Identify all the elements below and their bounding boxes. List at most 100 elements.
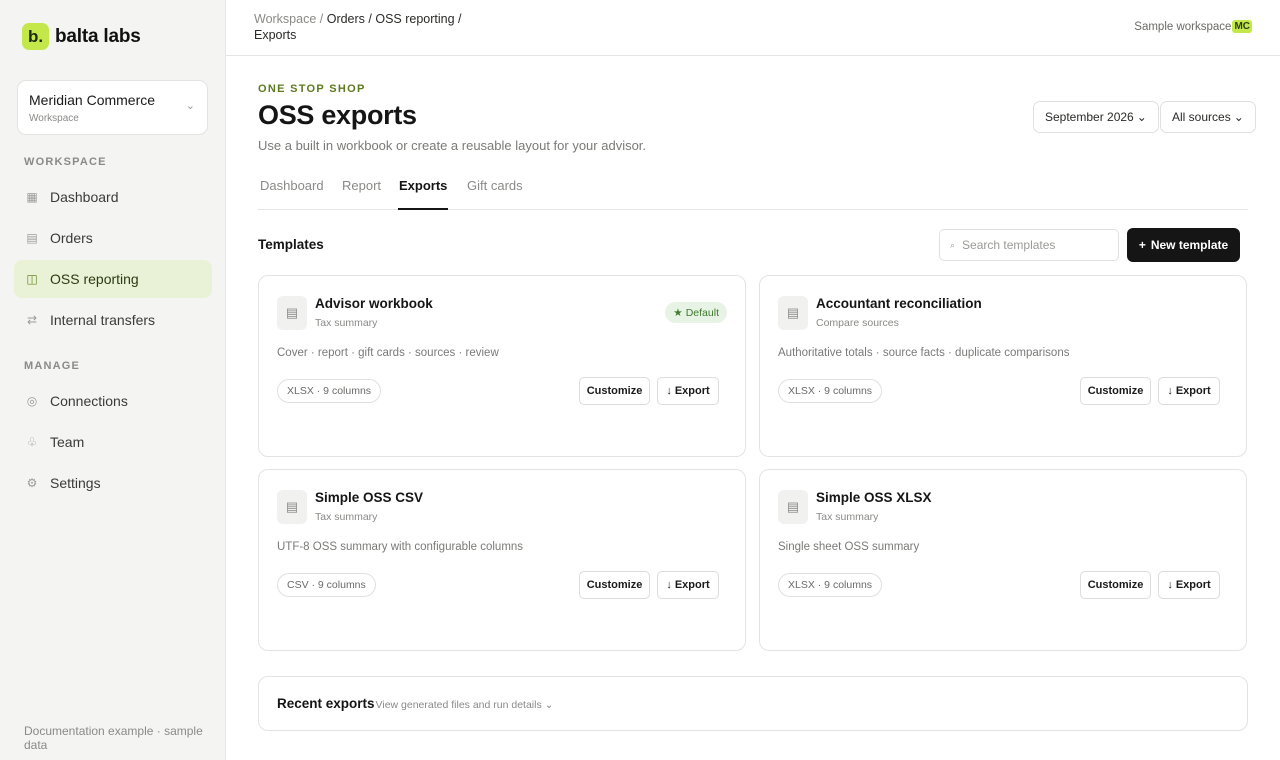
template-title: Advisor workbook xyxy=(315,296,433,311)
template-title: Accountant reconciliation xyxy=(816,296,982,311)
sidebar-item-label: Dashboard xyxy=(50,189,119,205)
tab-exports[interactable]: Exports xyxy=(398,178,449,210)
sidebar-item-team[interactable]: ♧ Team xyxy=(14,423,212,461)
star-icon: ★ xyxy=(673,306,683,319)
section-label-manage: MANAGE xyxy=(24,360,81,372)
top-bar: Workspace / Orders / OSS reporting / Exp… xyxy=(226,0,1280,56)
spreadsheet-icon: ▤ xyxy=(277,296,307,330)
sidebar-item-settings[interactable]: ⚙ Settings xyxy=(14,464,212,502)
spreadsheet-icon: ▤ xyxy=(778,296,808,330)
workspace-switcher[interactable]: Meridian Commerce Workspace ⌄ xyxy=(17,80,208,135)
sidebar-item-dashboard[interactable]: ▦ Dashboard xyxy=(14,178,212,216)
breadcrumb: Workspace / Orders / OSS reporting / Exp… xyxy=(254,11,484,43)
recent-exports-toggle[interactable]: View generated files and run details ⌄ xyxy=(376,699,554,711)
template-card-accountant-reconciliation[interactable]: ▤ Accountant reconciliation Compare sour… xyxy=(759,275,1247,457)
templates-heading: Templates xyxy=(258,237,324,252)
export-button[interactable]: ↓ Export xyxy=(1158,377,1220,405)
customize-button[interactable]: Customize xyxy=(1080,571,1151,599)
customize-button[interactable]: Customize xyxy=(579,571,650,599)
search-input[interactable]: ⌕ Search templates xyxy=(939,229,1119,261)
export-label: Export xyxy=(1175,579,1211,591)
format-pill: CSV · 9 columns xyxy=(277,573,376,597)
transfer-icon: ⇄ xyxy=(26,313,38,327)
breadcrumb-oss-reporting[interactable]: OSS reporting xyxy=(375,12,454,26)
format-pill: XLSX · 9 columns xyxy=(778,573,883,597)
export-label: Export xyxy=(674,579,710,591)
tab-bar: Dashboard Report Exports Gift cards xyxy=(258,174,1248,210)
template-title: Simple OSS XLSX xyxy=(816,490,932,505)
tab-report[interactable]: Report xyxy=(341,178,382,210)
breadcrumb-current: Exports xyxy=(254,28,297,42)
template-card-simple-oss-xlsx[interactable]: ▤ Simple OSS XLSX Tax summary Single she… xyxy=(759,469,1247,651)
template-card-simple-oss-csv[interactable]: ▤ Simple OSS CSV Tax summary UTF-8 OSS s… xyxy=(258,469,746,651)
sidebar-item-internal-transfers[interactable]: ⇄ Internal transfers xyxy=(14,301,212,339)
export-label: Export xyxy=(1175,385,1211,397)
grid-icon: ▦ xyxy=(26,190,38,204)
export-button[interactable]: ↓ Export xyxy=(657,571,719,599)
source-filter[interactable]: All sources ⌄ xyxy=(1160,101,1256,133)
brand-logo[interactable]: b. balta labs xyxy=(22,23,141,50)
search-icon: ⌕ xyxy=(950,239,956,250)
sidebar-item-orders[interactable]: ▤ Orders xyxy=(14,219,212,257)
tab-dashboard[interactable]: Dashboard xyxy=(259,178,325,210)
sidebar-item-label: Settings xyxy=(50,475,101,491)
period-filter-value: September 2026 xyxy=(1045,110,1134,124)
chevron-down-icon: ⌄ xyxy=(1233,110,1244,124)
export-button[interactable]: ↓ Export xyxy=(657,377,719,405)
template-description: UTF-8 OSS summary with configurable colu… xyxy=(277,541,524,553)
badge-label: Default xyxy=(685,306,719,319)
template-title: Simple OSS CSV xyxy=(315,490,424,505)
workspace-name: Meridian Commerce xyxy=(29,92,156,108)
recent-exports-panel[interactable]: Recent exports View generated files and … xyxy=(258,676,1248,731)
columns-icon: ◫ xyxy=(26,272,38,286)
main-content: ONE STOP SHOP OSS exports Use a built in… xyxy=(226,56,1280,760)
sidebar-footer-note: Documentation example · sample data xyxy=(24,724,203,752)
template-subtitle: Tax summary xyxy=(816,511,879,523)
search-placeholder: Search templates xyxy=(962,238,1056,252)
page-eyebrow: ONE STOP SHOP xyxy=(258,83,366,95)
sidebar-item-label: Connections xyxy=(50,393,128,409)
export-button[interactable]: ↓ Export xyxy=(1158,571,1220,599)
chevron-down-icon: ⌄ xyxy=(1136,110,1147,124)
tab-gift-cards[interactable]: Gift cards xyxy=(466,178,524,210)
section-label-workspace: WORKSPACE xyxy=(24,156,107,168)
breadcrumb-orders[interactable]: Orders xyxy=(327,12,365,26)
new-template-button[interactable]: + New template xyxy=(1127,228,1240,262)
workspace-subtitle: Workspace xyxy=(29,113,79,124)
template-description: Single sheet OSS summary xyxy=(778,541,920,553)
template-subtitle: Tax summary xyxy=(315,511,378,523)
team-icon: ♧ xyxy=(26,435,38,449)
workspace-label: Sample workspace xyxy=(1134,20,1232,33)
source-filter-value: All sources xyxy=(1172,110,1231,124)
sidebar-item-connections[interactable]: ◎ Connections xyxy=(14,382,212,420)
export-label: Export xyxy=(674,385,710,397)
sidebar-item-label: Internal transfers xyxy=(50,312,156,328)
list-icon: ▤ xyxy=(26,231,38,245)
format-pill: XLSX · 9 columns xyxy=(277,379,382,403)
template-card-advisor-workbook[interactable]: ▤ Advisor workbook Tax summary ★ Default… xyxy=(258,275,746,457)
workspace-account-menu[interactable]: Sample workspace MC xyxy=(1134,20,1252,33)
customize-button[interactable]: Customize xyxy=(1080,377,1151,405)
sidebar-item-oss-reporting[interactable]: ◫ OSS reporting xyxy=(14,260,212,298)
template-description: Authoritative totals · source facts · du… xyxy=(778,347,1070,359)
recent-exports-title: Recent exports xyxy=(277,696,375,711)
default-badge: ★ Default xyxy=(665,302,727,323)
sidebar-item-label: Team xyxy=(50,434,85,450)
chevron-down-icon: ⌄ xyxy=(185,100,195,112)
breadcrumb-workspace[interactable]: Workspace xyxy=(254,12,316,26)
gear-icon: ⚙ xyxy=(26,476,38,490)
download-icon: ↓ xyxy=(666,579,672,591)
sidebar-item-label: OSS reporting xyxy=(50,271,139,287)
period-filter[interactable]: September 2026 ⌄ xyxy=(1033,101,1159,133)
connection-icon: ◎ xyxy=(26,394,38,408)
download-icon: ↓ xyxy=(1167,579,1173,591)
spreadsheet-icon: ▤ xyxy=(778,490,808,524)
breadcrumb-separator: / xyxy=(454,12,462,26)
breadcrumb-separator: / xyxy=(364,12,376,26)
spreadsheet-icon: ▤ xyxy=(277,490,307,524)
new-template-label: New template xyxy=(1150,238,1229,252)
page-subtitle: Use a built in workbook or create a reus… xyxy=(258,138,647,153)
customize-button[interactable]: Customize xyxy=(579,377,650,405)
template-subtitle: Compare sources xyxy=(816,317,899,329)
download-icon: ↓ xyxy=(1167,385,1173,397)
